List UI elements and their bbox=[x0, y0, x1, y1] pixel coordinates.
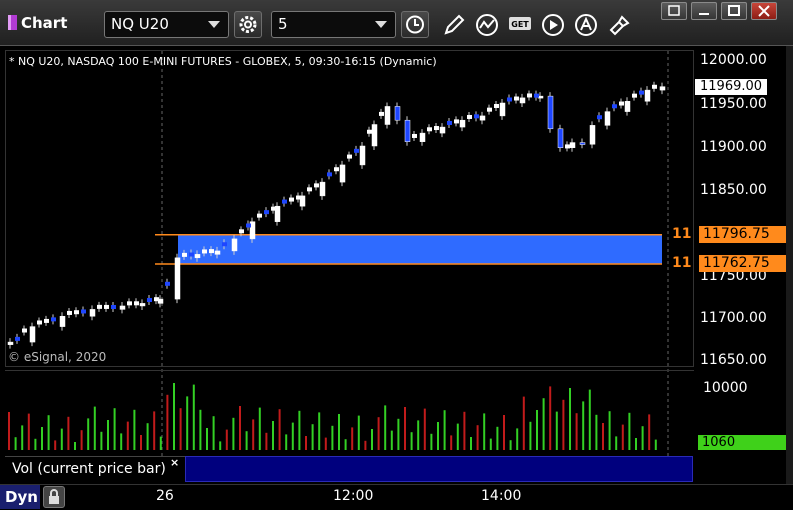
play-icon[interactable] bbox=[540, 12, 566, 38]
gear-icon bbox=[239, 16, 257, 33]
price-tick: 12000.00 bbox=[700, 52, 767, 68]
app-logo-icon bbox=[8, 15, 17, 30]
minimize-icon bbox=[699, 13, 709, 15]
settings-button[interactable] bbox=[234, 11, 262, 38]
right-scrollbar[interactable] bbox=[786, 46, 793, 484]
symbol-value: NQ U20 bbox=[111, 15, 169, 33]
volume-last-tag: 1060 bbox=[698, 435, 793, 450]
volume-label: Vol (current price bar) bbox=[12, 461, 166, 477]
maximize-icon bbox=[728, 5, 740, 16]
lower-level-tag[interactable]: 11762.75 bbox=[699, 255, 793, 272]
volume-close-icon[interactable]: × bbox=[170, 456, 179, 469]
pencil-icon[interactable] bbox=[441, 12, 467, 38]
lock-icon bbox=[49, 489, 59, 504]
get-icon[interactable]: GET bbox=[507, 12, 533, 38]
dynamic-mode-button[interactable]: Dyn bbox=[0, 485, 40, 509]
close-icon bbox=[758, 5, 770, 17]
price-panel[interactable] bbox=[5, 50, 694, 367]
app-title-text: Chart bbox=[21, 14, 68, 32]
price-tick: 11650.00 bbox=[700, 352, 767, 368]
upper-level-label: 11 bbox=[672, 226, 692, 242]
price-tick: 11850.00 bbox=[700, 182, 767, 198]
svg-text:GET: GET bbox=[511, 20, 529, 29]
pin-icon[interactable] bbox=[605, 12, 631, 38]
maximize-button[interactable] bbox=[721, 2, 747, 20]
time-label: 12:00 bbox=[333, 488, 374, 504]
volume-panel[interactable] bbox=[5, 370, 694, 456]
lock-button[interactable] bbox=[43, 486, 65, 508]
restore-button[interactable] bbox=[661, 2, 687, 20]
time-label: 14:00 bbox=[481, 488, 522, 504]
price-tick: 11900.00 bbox=[700, 139, 767, 155]
volume-tick: 10000 bbox=[703, 380, 748, 396]
study-icon[interactable] bbox=[474, 12, 500, 38]
price-tick: 11700.00 bbox=[700, 310, 767, 326]
chevron-down-icon[interactable] bbox=[208, 21, 220, 28]
time-axis[interactable] bbox=[0, 484, 793, 510]
price-tick: 11950.00 bbox=[700, 96, 767, 112]
time-button[interactable] bbox=[401, 11, 429, 38]
chart-description: * NQ U20, NASDAQ 100 E-MINI FUTURES - GL… bbox=[9, 55, 437, 68]
copyright-text: © eSignal, 2020 bbox=[8, 350, 107, 364]
close-button[interactable] bbox=[751, 2, 777, 20]
volume-info-strip bbox=[185, 456, 693, 482]
minimize-button[interactable] bbox=[691, 2, 717, 20]
a-icon[interactable] bbox=[573, 12, 599, 38]
symbol-combo[interactable]: NQ U20 bbox=[104, 11, 229, 38]
chevron-down-icon[interactable] bbox=[375, 21, 387, 28]
interval-value: 5 bbox=[278, 15, 288, 33]
lower-level-label: 11 bbox=[672, 255, 692, 271]
app-title: Chart bbox=[8, 14, 67, 32]
upper-level-tag[interactable]: 11796.75 bbox=[699, 226, 793, 243]
clock-icon bbox=[406, 15, 424, 34]
restore-icon bbox=[668, 5, 680, 16]
time-label: 26 bbox=[156, 488, 174, 504]
interval-combo[interactable]: 5 bbox=[271, 11, 396, 38]
last-price-tag: 11969.00 bbox=[695, 79, 767, 95]
